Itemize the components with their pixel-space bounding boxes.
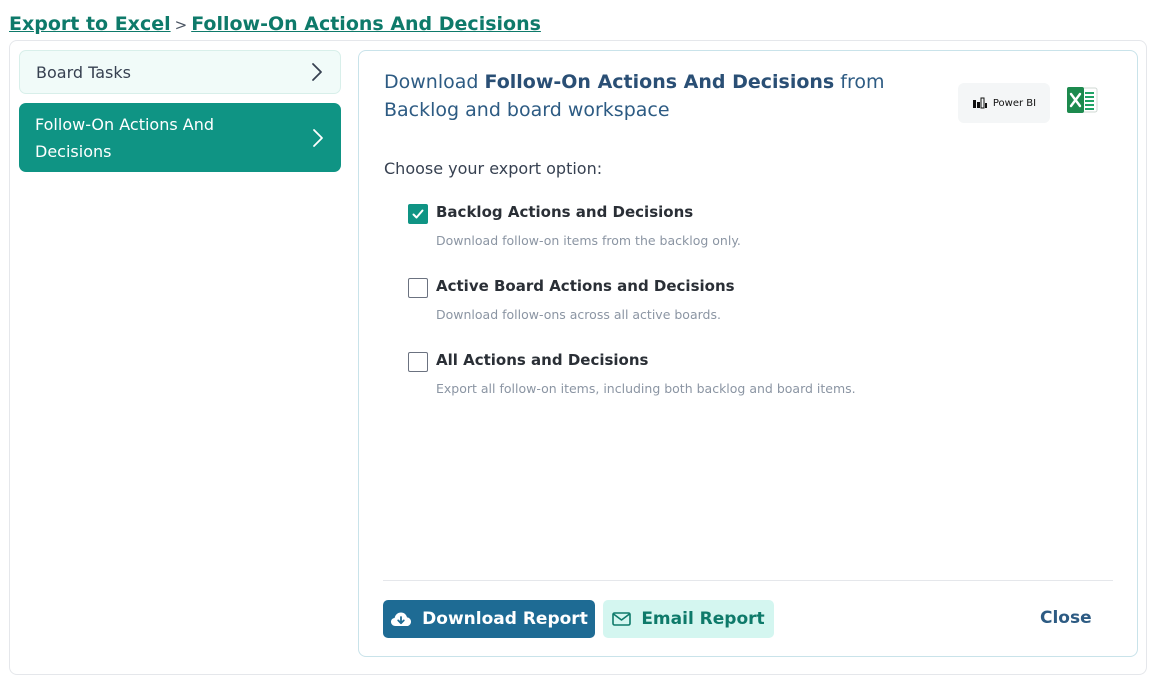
breadcrumb-separator: > bbox=[174, 16, 188, 34]
chevron-right-icon bbox=[312, 63, 322, 81]
breadcrumb-export-to-excel-link[interactable]: Export to Excel bbox=[9, 13, 171, 35]
chevron-right-icon bbox=[313, 128, 323, 147]
sidebar-item-label: Follow-On Actions And Decisions bbox=[35, 114, 214, 161]
download-report-label: Download Report bbox=[422, 609, 588, 629]
email-report-label: Email Report bbox=[641, 609, 765, 629]
sidebar-item-board-tasks[interactable]: Board Tasks bbox=[19, 50, 341, 94]
option-all-title[interactable]: All Actions and Decisions bbox=[436, 351, 648, 369]
close-button[interactable]: Close bbox=[1040, 608, 1092, 628]
breadcrumb-current-link[interactable]: Follow-On Actions And Decisions bbox=[191, 13, 541, 35]
powerbi-icon bbox=[972, 97, 987, 109]
heading-report-name: Follow-On Actions And Decisions bbox=[484, 71, 835, 93]
checkmark-icon bbox=[412, 209, 424, 219]
powerbi-button[interactable]: Power BI bbox=[958, 83, 1050, 123]
option-backlog-description: Download follow-on items from the backlo… bbox=[436, 233, 741, 248]
export-option-prompt: Choose your export option: bbox=[384, 159, 603, 178]
option-backlog-checkbox[interactable] bbox=[408, 204, 428, 224]
email-report-button[interactable]: Email Report bbox=[603, 600, 774, 638]
sidebar-item-label: Board Tasks bbox=[36, 62, 131, 82]
envelope-icon bbox=[612, 612, 632, 626]
download-report-button[interactable]: Download Report bbox=[383, 600, 595, 638]
option-active-board-checkbox[interactable] bbox=[408, 278, 428, 298]
option-all-checkbox[interactable] bbox=[408, 352, 428, 372]
cloud-download-icon bbox=[391, 612, 412, 626]
export-panel: Download Follow-On Actions And Decisions… bbox=[358, 50, 1138, 657]
option-active-board-title[interactable]: Active Board Actions and Decisions bbox=[436, 277, 735, 295]
option-backlog-title[interactable]: Backlog Actions and Decisions bbox=[436, 203, 693, 221]
panel-heading: Download Follow-On Actions And Decisions… bbox=[384, 68, 954, 124]
breadcrumb: Export to Excel > Follow-On Actions And De… bbox=[9, 13, 541, 35]
option-active-board-description: Download follow-ons across all active bo… bbox=[436, 307, 721, 322]
heading-prefix: Download bbox=[384, 71, 479, 93]
option-all-description: Export all follow-on items, including bo… bbox=[436, 381, 856, 396]
excel-icon[interactable] bbox=[1065, 85, 1099, 115]
powerbi-label: Power BI bbox=[992, 97, 1037, 109]
sidebar-item-follow-on-actions[interactable]: Follow-On Actions And Decisions bbox=[19, 103, 341, 172]
footer-divider bbox=[383, 580, 1113, 581]
